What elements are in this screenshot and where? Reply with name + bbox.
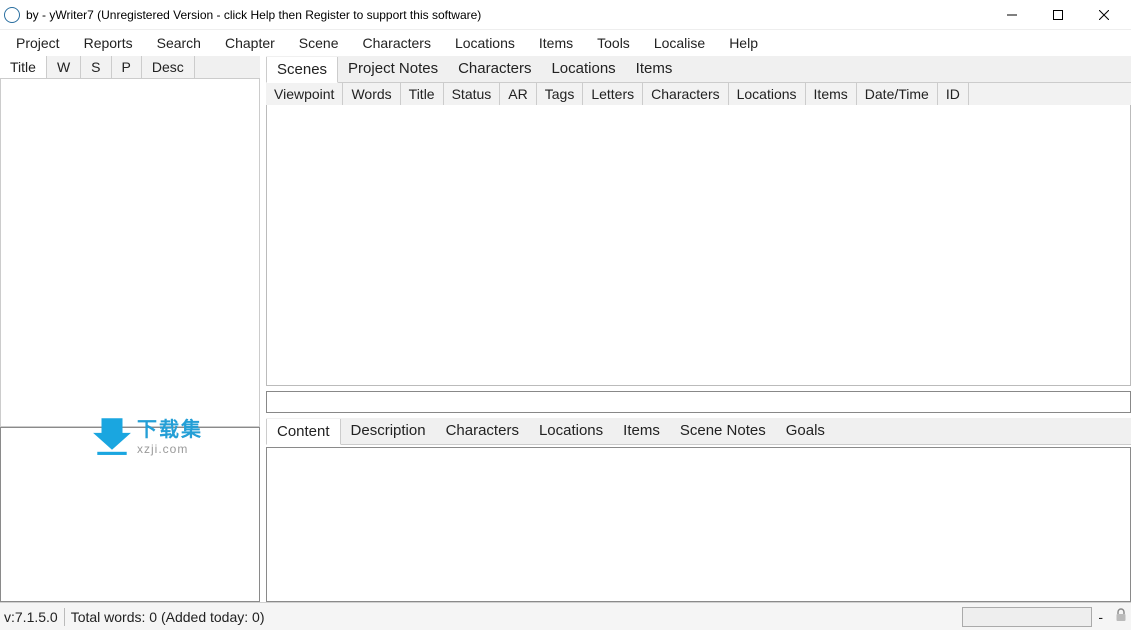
- menubar: Project Reports Search Chapter Scene Cha…: [0, 30, 1131, 56]
- menu-project[interactable]: Project: [4, 32, 72, 54]
- scene-title-input[interactable]: [266, 391, 1131, 413]
- menu-reports[interactable]: Reports: [72, 32, 145, 54]
- btab-description[interactable]: Description: [341, 418, 436, 444]
- menu-localise[interactable]: Localise: [642, 32, 717, 54]
- col-letters[interactable]: Letters: [583, 83, 643, 105]
- left-tab-title[interactable]: Title: [0, 56, 47, 78]
- left-tab-s[interactable]: S: [81, 56, 111, 78]
- window-title: by - yWriter7 (Unregistered Version - cl…: [26, 8, 481, 22]
- lock-icon: [1115, 608, 1127, 625]
- chapter-detail-pane[interactable]: [0, 427, 260, 602]
- btab-scene-notes[interactable]: Scene Notes: [670, 418, 776, 444]
- tab-scenes[interactable]: Scenes: [266, 57, 338, 83]
- close-button[interactable]: [1081, 0, 1127, 30]
- btab-content[interactable]: Content: [266, 419, 341, 445]
- col-viewpoint[interactable]: Viewpoint: [266, 83, 343, 105]
- col-ar[interactable]: AR: [500, 83, 536, 105]
- maximize-button[interactable]: [1035, 0, 1081, 30]
- right-panel: Scenes Project Notes Characters Location…: [260, 56, 1131, 602]
- col-status[interactable]: Status: [444, 83, 501, 105]
- col-datetime[interactable]: Date/Time: [857, 83, 938, 105]
- bottom-tabs: Content Description Characters Locations…: [266, 418, 1131, 445]
- status-version: v:7.1.5.0: [4, 609, 58, 625]
- tab-locations[interactable]: Locations: [541, 56, 625, 82]
- main-area: Title W S P Desc 下载集 xzji.com Scenes: [0, 56, 1131, 602]
- left-tab-w[interactable]: W: [47, 56, 81, 78]
- menu-characters[interactable]: Characters: [350, 32, 442, 54]
- minimize-button[interactable]: [989, 0, 1035, 30]
- titlebar: by - yWriter7 (Unregistered Version - cl…: [0, 0, 1131, 30]
- btab-locations[interactable]: Locations: [529, 418, 613, 444]
- scene-grid[interactable]: [266, 105, 1131, 386]
- tab-characters[interactable]: Characters: [448, 56, 541, 82]
- status-search-input[interactable]: [962, 607, 1092, 627]
- col-words[interactable]: Words: [343, 83, 400, 105]
- col-id[interactable]: ID: [938, 83, 969, 105]
- btab-items[interactable]: Items: [613, 418, 670, 444]
- status-words: Total words: 0 (Added today: 0): [71, 609, 265, 625]
- status-dash: -: [1098, 609, 1103, 625]
- left-panel: Title W S P Desc 下载集 xzji.com: [0, 56, 260, 602]
- left-tab-desc[interactable]: Desc: [142, 56, 195, 78]
- chapter-list-pane[interactable]: 下载集 xzji.com: [0, 79, 260, 427]
- btab-goals[interactable]: Goals: [776, 418, 835, 444]
- menu-scene[interactable]: Scene: [287, 32, 351, 54]
- menu-items[interactable]: Items: [527, 32, 585, 54]
- statusbar: v:7.1.5.0 Total words: 0 (Added today: 0…: [0, 602, 1131, 630]
- col-locations[interactable]: Locations: [729, 83, 806, 105]
- tab-items[interactable]: Items: [626, 56, 683, 82]
- left-tab-p[interactable]: P: [112, 56, 142, 78]
- top-tabs: Scenes Project Notes Characters Location…: [266, 56, 1131, 83]
- left-tabs: Title W S P Desc: [0, 56, 260, 79]
- menu-locations[interactable]: Locations: [443, 32, 527, 54]
- tab-project-notes[interactable]: Project Notes: [338, 56, 448, 82]
- col-tags[interactable]: Tags: [537, 83, 584, 105]
- menu-tools[interactable]: Tools: [585, 32, 642, 54]
- status-separator: [64, 608, 65, 626]
- app-icon: [4, 7, 20, 23]
- scene-grid-headers: Viewpoint Words Title Status AR Tags Let…: [266, 83, 1131, 105]
- col-title[interactable]: Title: [401, 83, 444, 105]
- col-items[interactable]: Items: [806, 83, 857, 105]
- menu-chapter[interactable]: Chapter: [213, 32, 287, 54]
- col-characters[interactable]: Characters: [643, 83, 728, 105]
- content-editor[interactable]: [266, 447, 1131, 602]
- menu-search[interactable]: Search: [145, 32, 213, 54]
- menu-help[interactable]: Help: [717, 32, 770, 54]
- btab-characters[interactable]: Characters: [436, 418, 529, 444]
